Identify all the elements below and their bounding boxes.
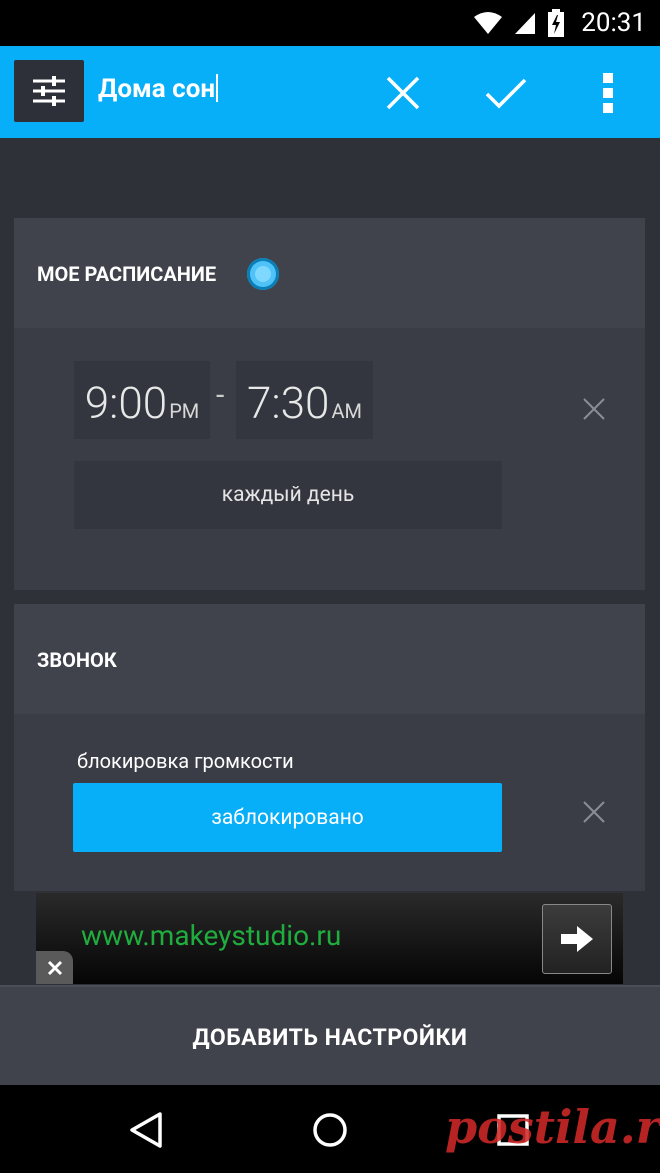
profile-name-text: Дома сон — [98, 74, 216, 104]
sliders-icon — [33, 76, 65, 106]
ringer-card: ЗВОНОК блокировка громкости заблокирован… — [14, 604, 645, 891]
status-bar: 20:31 — [0, 0, 660, 46]
close-icon — [47, 960, 62, 975]
profile-name-input[interactable]: Дома сон — [98, 74, 219, 104]
schedule-header: МОЕ РАСПИСАНИЕ — [14, 218, 645, 328]
end-time-picker[interactable]: 7:30 AM — [236, 361, 373, 439]
ad-url: www.makeystudio.ru — [81, 919, 342, 952]
volume-lock-label: блокировка громкости — [77, 749, 294, 773]
schedule-title: МОЕ РАСПИСАНИЕ — [37, 262, 217, 286]
wifi-icon — [474, 12, 503, 34]
toolbar: Дома сон — [0, 46, 660, 138]
remove-ringer-button[interactable] — [579, 797, 609, 827]
cell-signal-icon — [515, 13, 536, 34]
home-icon — [313, 1113, 347, 1147]
back-button[interactable] — [123, 1107, 169, 1153]
end-ampm: AM — [331, 399, 362, 423]
volume-lock-button[interactable]: заблокировано — [73, 783, 502, 852]
start-time-picker[interactable]: 9:00 PM — [74, 361, 210, 439]
add-settings-button[interactable]: ДОБАВИТЬ НАСТРОЙКИ — [0, 985, 660, 1087]
start-ampm: PM — [169, 399, 200, 423]
back-icon — [130, 1112, 162, 1148]
remove-schedule-button[interactable] — [579, 394, 609, 424]
home-button[interactable] — [307, 1107, 353, 1153]
watermark: postila.ru — [445, 1100, 660, 1154]
battery-charging-icon — [548, 9, 565, 37]
close-icon — [583, 398, 605, 420]
ad-banner[interactable]: www.makeystudio.ru — [36, 893, 623, 984]
repeat-days-button[interactable]: каждый день — [74, 461, 502, 529]
confirm-button[interactable] — [479, 66, 533, 120]
text-cursor — [216, 74, 219, 102]
schedule-radio[interactable] — [247, 258, 279, 290]
ringer-title: ЗВОНОК — [37, 648, 117, 672]
end-time: 7:30 — [247, 377, 330, 429]
ad-close-button[interactable] — [36, 951, 73, 984]
more-vert-icon — [603, 73, 613, 113]
clock: 20:31 — [581, 8, 646, 38]
start-time: 9:00 — [84, 377, 168, 429]
overflow-menu-button[interactable] — [581, 66, 635, 120]
ad-open-button[interactable] — [542, 904, 612, 974]
time-separator: - — [216, 378, 225, 413]
arrow-right-icon — [561, 926, 593, 952]
close-icon — [386, 76, 420, 110]
settings-menu-button[interactable] — [14, 60, 84, 122]
ringer-header: ЗВОНОК — [14, 604, 645, 714]
cancel-button[interactable] — [376, 66, 430, 120]
check-icon — [485, 78, 527, 109]
close-icon — [583, 801, 605, 823]
schedule-card: МОЕ РАСПИСАНИЕ 9:00 PM - 7:30 AM каждый … — [14, 218, 645, 590]
